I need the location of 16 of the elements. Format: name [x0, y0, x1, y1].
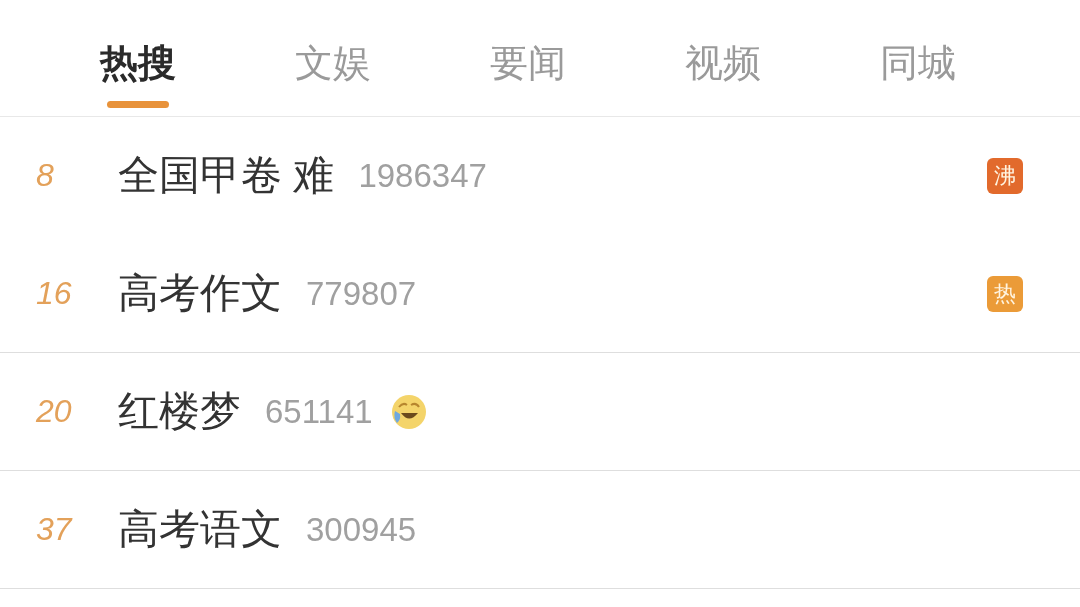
active-tab-indicator	[106, 101, 169, 108]
tab[interactable]: 热搜	[99, 40, 176, 86]
rank-number: 20	[36, 393, 73, 430]
rank-number: 37	[36, 511, 74, 548]
topic-title[interactable]: 高考作文	[118, 266, 282, 321]
heat-badge: 沸	[987, 157, 1023, 194]
heat-badge: 热	[987, 275, 1023, 312]
heat-count: 300945	[306, 510, 417, 549]
rank-number: 8	[36, 157, 55, 194]
topic-title[interactable]: 高考语文	[118, 502, 282, 557]
heat-count: 651141	[265, 392, 373, 431]
topic-title[interactable]: 全国甲卷 难	[118, 148, 335, 203]
heat-count: 1986347	[358, 156, 487, 195]
heat-count: 779807	[306, 274, 417, 313]
rank-number: 16	[36, 275, 73, 312]
topic-title[interactable]: 红楼梦	[118, 384, 241, 439]
